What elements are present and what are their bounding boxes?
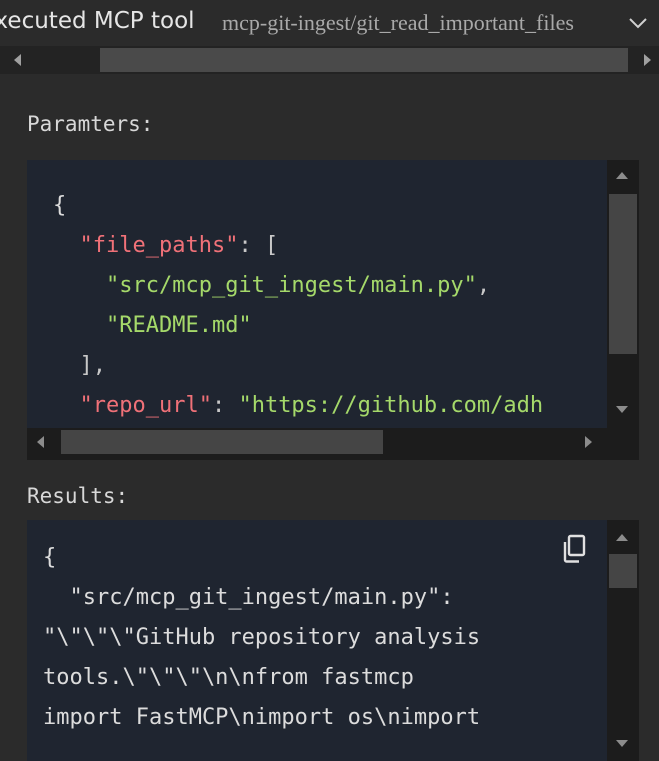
code-line: "src/mcp_git_ingest/main.py": bbox=[43, 585, 454, 610]
parameters-horizontal-scrollbar[interactable] bbox=[27, 428, 639, 460]
scrollbar-thumb[interactable] bbox=[609, 194, 637, 354]
code-line: import FastMCP\nimport os\nimport bbox=[43, 705, 481, 730]
code-token: "src/mcp_git_ingest/main.py" bbox=[105, 273, 477, 298]
code-line: { bbox=[43, 545, 57, 570]
parameters-vertical-scrollbar[interactable] bbox=[607, 160, 639, 428]
scroll-left-arrow[interactable] bbox=[14, 54, 21, 66]
scroll-down-arrow[interactable] bbox=[616, 406, 628, 413]
scroll-up-arrow[interactable] bbox=[616, 534, 628, 541]
code-line: "\"\"\"GitHub repository analysis bbox=[43, 625, 481, 650]
parameters-code: { "file_paths": [ "src/mcp_git_ingest/ma… bbox=[53, 186, 543, 426]
code-line: "repo_url": "https://github.com/adh bbox=[53, 386, 544, 426]
chevron-down-icon[interactable] bbox=[627, 12, 649, 34]
tool-header[interactable]: Executed MCP tool mcp-git-ingest/git_rea… bbox=[0, 0, 659, 48]
scrollbar-thumb[interactable] bbox=[100, 48, 628, 72]
code-line: tools.\"\"\"\n\nfrom fastmcp bbox=[43, 665, 414, 690]
header-title: Executed MCP tool bbox=[0, 8, 195, 34]
results-label: Results: bbox=[27, 484, 129, 508]
header-horizontal-scrollbar[interactable] bbox=[0, 46, 659, 74]
code-token: ], bbox=[53, 353, 106, 378]
scroll-down-arrow[interactable] bbox=[616, 740, 628, 747]
scroll-right-arrow[interactable] bbox=[644, 54, 651, 66]
copy-icon[interactable] bbox=[562, 534, 588, 564]
code-line: "src/mcp_git_ingest/main.py", bbox=[53, 266, 543, 306]
scroll-left-arrow[interactable] bbox=[37, 436, 44, 448]
code-line: { bbox=[53, 186, 543, 226]
tool-name: mcp-git-ingest/git_read_important_files bbox=[222, 10, 574, 35]
code-token: "README.md" bbox=[105, 313, 252, 338]
results-code: { "src/mcp_git_ingest/main.py": "\"\"\"Gi… bbox=[43, 538, 480, 738]
code-line: "README.md" bbox=[53, 306, 543, 346]
code-token: { bbox=[53, 193, 67, 218]
code-token: : bbox=[211, 393, 239, 418]
code-token: "repo_url" bbox=[79, 393, 212, 418]
code-token: "https://github.com/adh bbox=[238, 393, 544, 418]
results-code-panel[interactable]: { "src/mcp_git_ingest/main.py": "\"\"\"Gi… bbox=[27, 520, 607, 761]
code-line: ], bbox=[53, 346, 543, 386]
results-vertical-scrollbar[interactable] bbox=[607, 520, 639, 761]
scroll-up-arrow[interactable] bbox=[616, 172, 628, 179]
parameters-label: Paramters: bbox=[27, 112, 154, 136]
scroll-right-arrow[interactable] bbox=[585, 436, 592, 448]
scrollbar-thumb[interactable] bbox=[61, 430, 383, 454]
scrollbar-thumb[interactable] bbox=[609, 554, 637, 588]
code-token: "file_paths" bbox=[79, 233, 239, 258]
parameters-code-panel[interactable]: { "file_paths": [ "src/mcp_git_ingest/ma… bbox=[27, 160, 607, 428]
code-token: , bbox=[476, 273, 491, 298]
code-line: "file_paths": [ bbox=[53, 226, 543, 266]
code-token: : [ bbox=[238, 233, 279, 258]
